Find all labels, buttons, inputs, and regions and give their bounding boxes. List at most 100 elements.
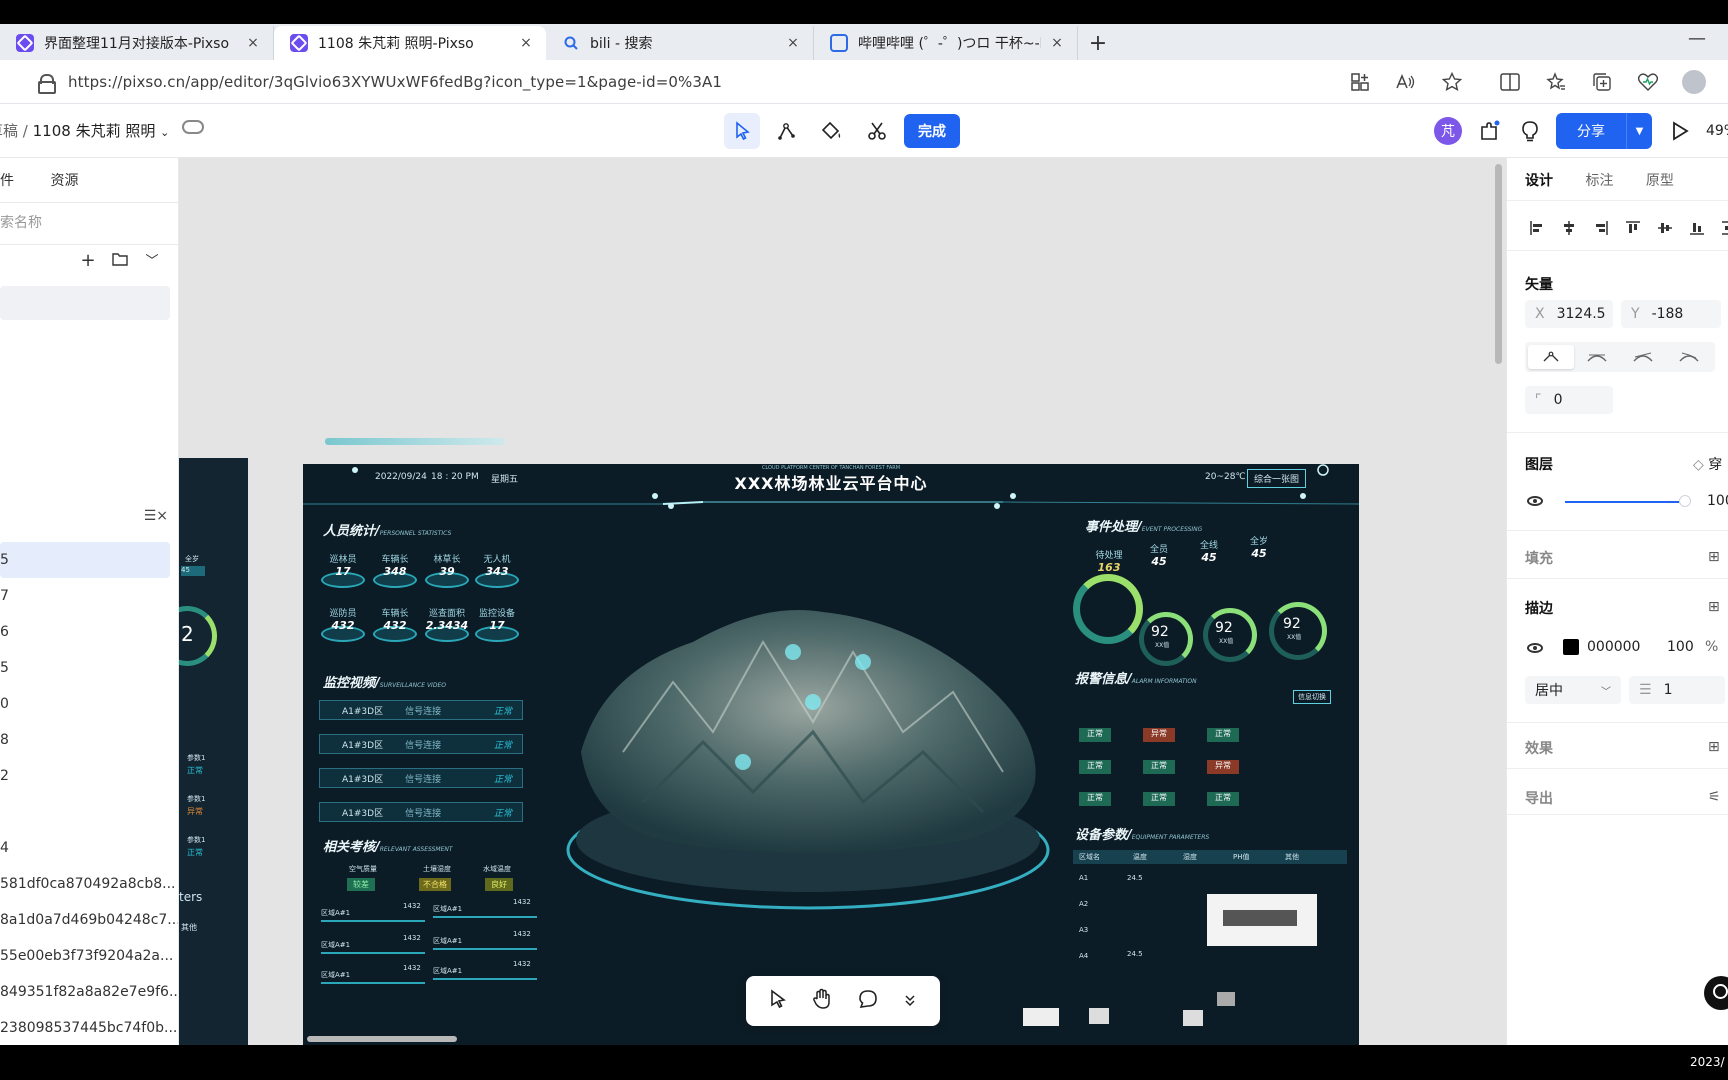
chevron-down-icon[interactable]: ﹀ (136, 250, 168, 271)
dashboard-artboard[interactable]: 2022/09/24 18 : 20 PM 星期五 CLOUD PLATFORM… (303, 464, 1359, 1045)
read-aloud-icon[interactable] (1394, 70, 1418, 94)
stroke-color-swatch[interactable] (1563, 639, 1579, 655)
layer-opacity-value[interactable]: 100 (1707, 493, 1728, 509)
settings-sliders-icon[interactable]: ⚟ (1708, 790, 1722, 804)
play-icon[interactable] (1666, 117, 1694, 145)
x-position-field[interactable]: X 3124.5 (1525, 300, 1613, 328)
comment-icon[interactable] (858, 989, 878, 1013)
style-grid-icon[interactable]: ⊞ (1708, 600, 1722, 614)
tab-annotate[interactable]: 标注 (1585, 173, 1613, 189)
layer-item[interactable]: 55e00eb3f73f9204a2a... (0, 938, 178, 974)
horizontal-scrollbar[interactable] (307, 1036, 457, 1042)
browser-tab-1[interactable]: 界面整理11月对接版本-Pixso × (0, 26, 274, 60)
chevron-double-down-icon[interactable] (903, 992, 917, 1011)
url-text[interactable]: https://pixso.cn/app/editor/3qGlvio63XYW… (68, 73, 722, 91)
share-button[interactable]: 分享 ▼ (1556, 113, 1652, 149)
close-icon[interactable]: × (245, 35, 261, 51)
browser-tab-4[interactable]: 哔哩哔哩 (゜-゜)つロ 干杯~-bilib × (814, 26, 1078, 60)
layer-item[interactable]: 8 (0, 722, 178, 758)
layer-item[interactable]: 8a1d0a7d469b04248c7... (0, 902, 178, 938)
layer-item[interactable]: 6 (0, 614, 178, 650)
apps-icon[interactable] (1348, 70, 1372, 94)
lightbulb-icon[interactable] (1516, 117, 1544, 145)
vertex-none-icon[interactable] (1528, 345, 1574, 369)
user-avatar[interactable]: 芃 (1434, 117, 1462, 145)
vertical-scrollbar[interactable] (1495, 164, 1502, 364)
tab-design[interactable]: 设计 (1525, 173, 1553, 189)
tab-assets[interactable]: 资源 (50, 173, 78, 189)
done-button[interactable]: 完成 (904, 114, 960, 148)
hand-icon[interactable] (812, 988, 832, 1014)
cut-tool[interactable] (859, 113, 895, 149)
favorites-icon[interactable] (1544, 70, 1568, 94)
favorite-star-icon[interactable] (1440, 70, 1464, 94)
layer-item[interactable]: 5 (0, 650, 178, 686)
align-top-icon[interactable] (1617, 216, 1649, 240)
paint-bucket-tool[interactable] (814, 113, 850, 149)
align-right-icon[interactable] (1585, 216, 1617, 240)
vertex-mirror-icon[interactable] (1574, 345, 1620, 369)
pen-select-tool[interactable] (724, 113, 760, 149)
tab-components[interactable]: 组件 (0, 173, 14, 189)
split-screen-icon[interactable] (1498, 70, 1522, 94)
collapse-layers-icon[interactable]: ☰× (144, 508, 168, 524)
chevron-down-icon[interactable]: ⌄ (160, 126, 169, 139)
close-icon[interactable]: × (518, 35, 534, 51)
align-center-h-icon[interactable] (1553, 216, 1585, 240)
style-grid-icon[interactable]: ⊞ (1708, 550, 1722, 564)
taskbar-clock[interactable]: 2023/ (1690, 1055, 1728, 1069)
breadcrumb[interactable]: 草稿 / 1108 朱芃莉 照明 ⌄ (0, 120, 169, 141)
left-artboard-partial[interactable]: 2 全岁 45 参数1 正常 参数1 异常 参数1 正常 ters 其他 (179, 458, 248, 1045)
opacity-slider-track[interactable] (1565, 501, 1679, 503)
url-omnibox[interactable]: https://pixso.cn/app/editor/3qGlvio63XYW… (16, 65, 1446, 99)
close-icon[interactable]: × (785, 35, 801, 51)
file-name[interactable]: 1108 朱芃莉 照明 (33, 122, 156, 140)
layer-item[interactable]: 238098537445bc74f0b... (0, 1010, 178, 1045)
stroke-color-hex[interactable]: 000000 (1587, 639, 1640, 655)
align-left-icon[interactable] (1521, 216, 1553, 240)
layer-item[interactable]: 581df0ca870492a8cb8... (0, 866, 178, 902)
browser-essentials-icon[interactable] (1636, 70, 1660, 94)
layer-item[interactable] (0, 794, 178, 830)
layer-search-input[interactable]: 搜索名称 (0, 212, 42, 232)
align-middle-v-icon[interactable] (1649, 216, 1681, 240)
stroke-opacity-value[interactable]: 100 (1667, 639, 1694, 655)
browser-tab-3[interactable]: bili - 搜索 × (546, 26, 814, 60)
current-page-item[interactable] (0, 286, 170, 320)
new-tab-button[interactable]: + (1078, 26, 1118, 60)
eye-icon[interactable] (1527, 496, 1543, 506)
lock-icon[interactable] (38, 74, 56, 94)
layer-item[interactable]: 0 (0, 686, 178, 722)
layer-item[interactable]: 7 (0, 578, 178, 614)
add-page-icon[interactable]: + (72, 250, 104, 271)
plugins-icon[interactable] (1476, 117, 1504, 145)
design-canvas[interactable]: 2 全岁 45 参数1 正常 参数1 异常 参数1 正常 ters 其他 202… (179, 158, 1506, 1045)
layer-item[interactable]: 2 (0, 758, 178, 794)
browser-tab-2-active[interactable]: 1108 朱芃莉 照明-Pixso × (274, 26, 546, 60)
layer-item[interactable]: 4 (0, 830, 178, 866)
vertex-free-icon[interactable] (1666, 345, 1712, 369)
breadcrumb-drafts[interactable]: 草稿 (0, 122, 18, 140)
distribute-icon[interactable] (1713, 216, 1728, 240)
eye-icon[interactable] (1527, 643, 1543, 653)
window-minimize-button[interactable]: — (1688, 28, 1706, 49)
tab-prototype[interactable]: 原型 (1646, 173, 1674, 189)
collections-icon[interactable] (1590, 70, 1614, 94)
y-position-field[interactable]: Y -188 (1621, 300, 1721, 328)
zoom-level[interactable]: 49% (1706, 123, 1728, 139)
folder-icon[interactable] (104, 250, 136, 271)
cursor-icon[interactable] (769, 989, 787, 1013)
align-bottom-icon[interactable] (1681, 216, 1713, 240)
stroke-align-select[interactable]: 居中 ﹀ (1525, 676, 1621, 704)
chevron-down-icon[interactable]: ▼ (1626, 113, 1652, 149)
close-icon[interactable]: × (1049, 35, 1065, 51)
style-grid-icon[interactable]: ⊞ (1708, 740, 1722, 754)
blend-mode[interactable]: ◇ 穿 (1693, 454, 1722, 474)
stroke-width-field[interactable]: ☰ 1 (1629, 676, 1725, 704)
vertex-angle-icon[interactable] (1620, 345, 1666, 369)
bend-tool[interactable] (769, 113, 805, 149)
layer-item[interactable]: 5 (0, 542, 170, 578)
canvas-shape[interactable] (325, 438, 505, 445)
layer-item[interactable]: 849351f82a8a82e7e9f6... (0, 974, 178, 1010)
profile-avatar[interactable] (1682, 70, 1706, 94)
